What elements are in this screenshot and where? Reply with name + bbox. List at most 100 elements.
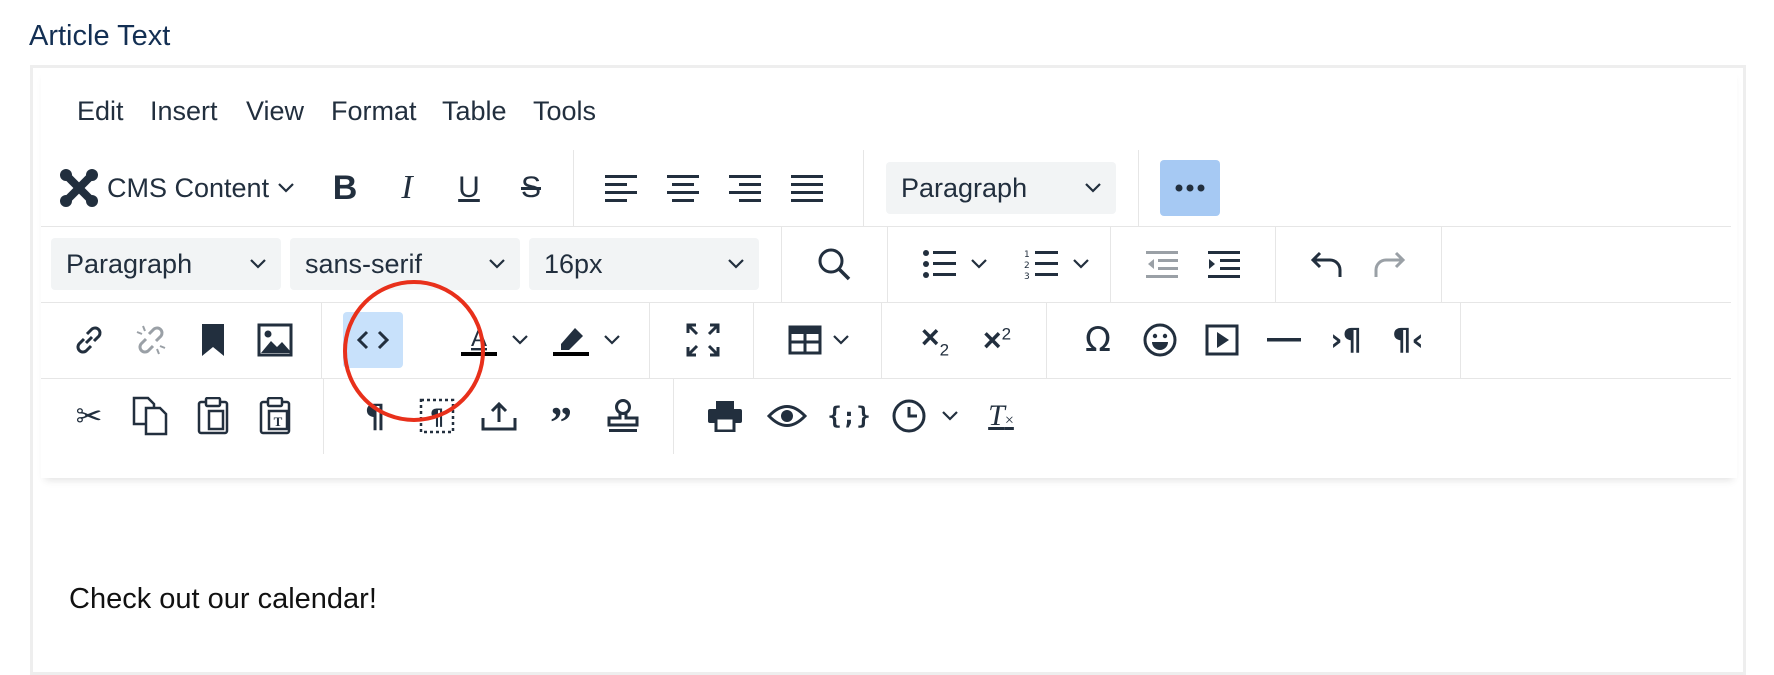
undo-icon (1310, 251, 1342, 277)
align-justify-icon (791, 175, 823, 202)
bullet-list-icon (923, 250, 956, 278)
toolbar-row-3: A ×2 ×2 Ω ›¶ ¶‹ (41, 302, 1731, 379)
cms-content-button[interactable]: CMS Content (57, 160, 301, 216)
link-button[interactable] (61, 312, 117, 368)
redo-icon (1374, 251, 1406, 277)
strikethrough-button[interactable]: S (503, 160, 559, 216)
underline-button[interactable]: U (441, 160, 497, 216)
code-icon (357, 330, 389, 350)
highlight-button[interactable] (545, 312, 629, 368)
redo-button[interactable] (1361, 236, 1417, 292)
show-blocks-button[interactable]: ¶ (347, 388, 403, 444)
clear-format-button[interactable]: T× (973, 388, 1029, 444)
chevron-down-icon (250, 259, 266, 269)
upload-icon (481, 401, 517, 431)
show-blocks-icon: ¶ (364, 397, 386, 435)
menu-table[interactable]: Table (442, 92, 507, 131)
menu-insert[interactable]: Insert (150, 92, 218, 131)
insert-datetime-button[interactable] (883, 388, 967, 444)
editor-content[interactable]: Check out our calendar! (69, 583, 377, 616)
visual-blocks-button[interactable]: ¶ (409, 388, 465, 444)
ltr-icon: ›¶ (1330, 322, 1362, 358)
more-button[interactable] (1160, 160, 1220, 216)
preview-icon (767, 405, 807, 427)
more-icon (1175, 184, 1205, 192)
unlink-button[interactable] (123, 312, 179, 368)
menu-tools[interactable]: Tools (533, 92, 596, 131)
media-button[interactable] (1194, 312, 1250, 368)
upload-button[interactable] (471, 388, 527, 444)
svg-text:3: 3 (1024, 272, 1030, 279)
chevron-down-icon (512, 335, 528, 345)
superscript-button[interactable]: ×2 (969, 312, 1025, 368)
text-color-button[interactable]: A (453, 312, 537, 368)
align-right-button[interactable] (717, 160, 773, 216)
paste-text-button[interactable]: T (247, 388, 303, 444)
underline-icon: U (458, 171, 480, 204)
bookmark-button[interactable] (185, 312, 241, 368)
search-icon (818, 248, 851, 281)
menu-edit[interactable]: Edit (77, 92, 124, 131)
copy-button[interactable] (123, 388, 179, 444)
stamp-button[interactable] (595, 388, 651, 444)
block-format-select[interactable]: Paragraph (886, 162, 1116, 214)
font-size-select[interactable]: 16px (529, 238, 759, 290)
align-center-icon (667, 175, 699, 202)
copy-icon (132, 396, 168, 436)
align-right-icon (729, 175, 761, 202)
bullet-list-button[interactable] (913, 236, 997, 292)
toolbar-row-2: Paragraph sans-serif 16px 1 2 3 (41, 226, 1731, 303)
visual-blocks-icon: ¶ (419, 398, 455, 434)
fullscreen-button[interactable] (675, 312, 731, 368)
media-icon (1205, 324, 1239, 356)
search-button[interactable] (806, 236, 862, 292)
svg-text:2: 2 (1024, 261, 1030, 271)
unlink-icon (136, 325, 166, 355)
align-center-button[interactable] (655, 160, 711, 216)
image-icon (257, 323, 293, 357)
rtl-button[interactable]: ¶‹ (1380, 312, 1436, 368)
table-button[interactable] (777, 312, 861, 368)
chevron-down-icon (1073, 259, 1089, 269)
highlight-icon (553, 328, 589, 356)
numbered-list-icon: 1 2 3 (1024, 250, 1058, 279)
horizontal-line-button[interactable] (1256, 312, 1312, 368)
italic-button[interactable]: I (379, 160, 435, 216)
omega-icon: Ω (1085, 320, 1111, 360)
chevron-down-icon (489, 259, 505, 269)
menu-view[interactable]: View (246, 92, 304, 131)
rich-text-editor: Edit Insert View Format Table Tools CMS … (30, 65, 1746, 675)
blockquote-button[interactable]: ” (533, 388, 589, 445)
special-char-button[interactable]: Ω (1070, 312, 1126, 368)
print-icon (708, 401, 742, 432)
preview-button[interactable] (759, 388, 815, 444)
code-sample-button[interactable]: {;} (821, 388, 877, 444)
numbered-list-button[interactable]: 1 2 3 (1015, 236, 1099, 292)
emoji-icon (1143, 323, 1177, 357)
subscript-button[interactable]: ×2 (907, 312, 963, 368)
emoji-button[interactable] (1132, 312, 1188, 368)
paste-text-icon: T (259, 397, 291, 435)
rtl-icon: ¶‹ (1392, 322, 1424, 358)
horizontal-line-icon (1267, 338, 1301, 342)
cms-content-label: CMS Content (107, 172, 270, 203)
field-label: Article Text (29, 20, 171, 52)
source-code-button[interactable] (343, 312, 403, 368)
paragraph-select[interactable]: Paragraph (51, 238, 281, 290)
bold-button[interactable]: B (317, 160, 373, 216)
image-button[interactable] (247, 312, 303, 368)
cut-button[interactable]: ✂ (61, 388, 117, 444)
align-left-button[interactable] (593, 160, 649, 216)
indent-icon (1208, 251, 1240, 278)
indent-button[interactable] (1196, 236, 1252, 292)
font-family-select[interactable]: sans-serif (290, 238, 520, 290)
menu-format[interactable]: Format (331, 92, 417, 131)
undo-button[interactable] (1299, 236, 1355, 292)
outdent-button[interactable] (1134, 236, 1190, 292)
svg-text:¶: ¶ (430, 406, 444, 431)
print-button[interactable] (697, 388, 753, 444)
ltr-button[interactable]: ›¶ (1318, 312, 1374, 368)
align-justify-button[interactable] (779, 160, 835, 216)
chevron-down-icon (833, 335, 849, 345)
paste-button[interactable] (185, 388, 241, 444)
